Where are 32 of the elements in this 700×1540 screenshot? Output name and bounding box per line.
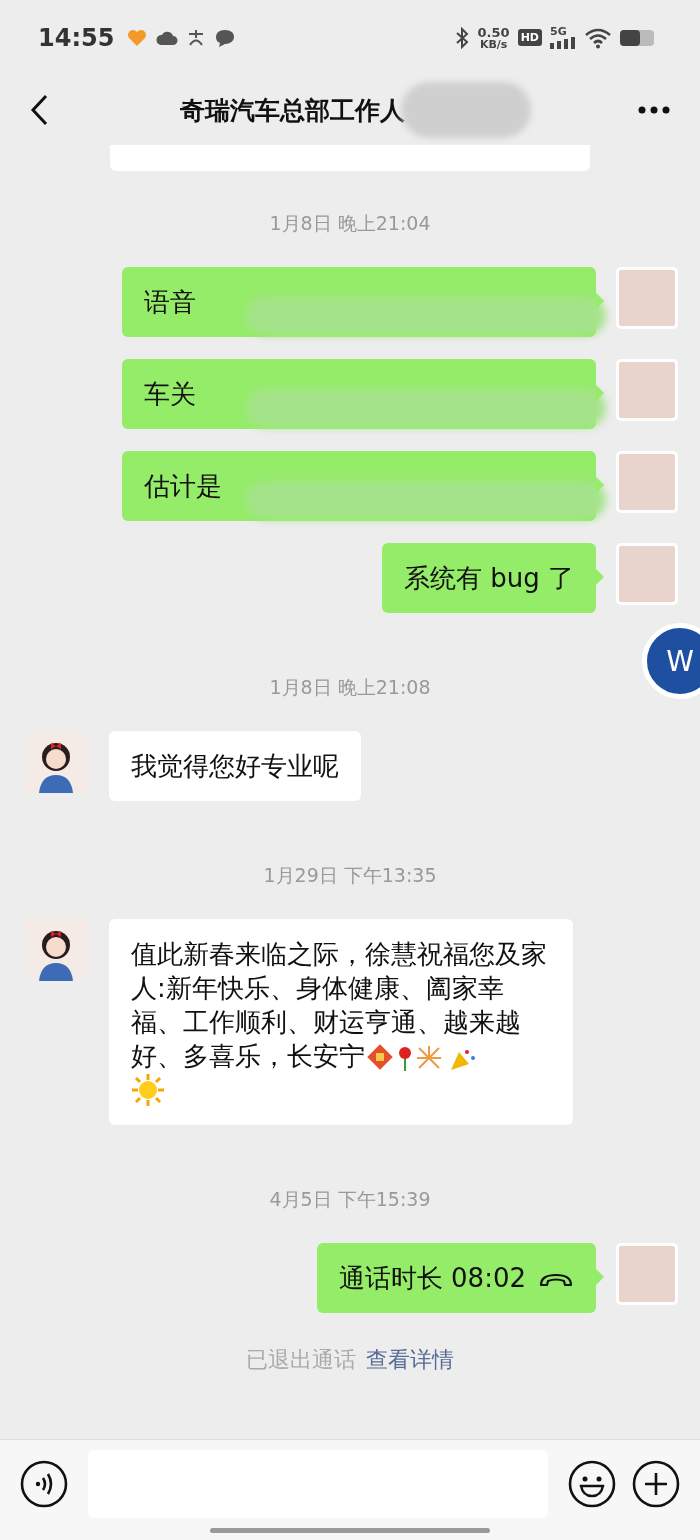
chat-title: 奇瑞汽车总部工作人: [180, 94, 405, 127]
timestamp: 1月8日 晚上21:08: [269, 675, 431, 700]
battery-icon: [620, 27, 656, 48]
message-text: 我觉得您好专业呢: [131, 751, 339, 781]
plus-icon[interactable]: [632, 1460, 680, 1508]
message-text: 通话时长 08:02: [338, 1263, 526, 1293]
heart-icon: [126, 27, 149, 48]
emoji-picker-icon[interactable]: [568, 1460, 616, 1508]
avatar-icon[interactable]: [25, 919, 87, 981]
message-text: 车关: [144, 378, 196, 411]
system-notice: 已退出通话: [246, 1346, 356, 1374]
avatar-icon[interactable]: [25, 731, 87, 793]
hd-badge: HD: [517, 29, 542, 46]
signal-icon: [550, 37, 576, 49]
voice-icon[interactable]: [20, 1460, 68, 1508]
view-details-link[interactable]: 查看详情: [366, 1345, 454, 1375]
floating-badge[interactable]: W: [642, 623, 700, 699]
timestamp: 4月5日 下午15:39: [269, 1187, 431, 1212]
wifi-icon: [584, 26, 612, 49]
timestamp: 1月8日 晚上21:04: [269, 211, 431, 236]
message-text: 估计是: [144, 470, 222, 503]
message-text: 语音: [144, 286, 196, 319]
network-speed: 0.50: [477, 25, 510, 39]
back-icon[interactable]: [30, 94, 50, 126]
network-type: 5G: [550, 26, 567, 37]
network-speed-unit: KB/s: [479, 38, 508, 50]
message-text: 值此新春来临之际，徐慧祝福您及家人:新年快乐、身体健康、阖家幸福、工作顺利、财运亨通、越来越好、多喜乐，长安宁: [131, 939, 547, 1071]
message-text: 系统有 bug 了: [404, 563, 574, 593]
more-icon[interactable]: [638, 106, 670, 114]
chat-bubble-icon: [214, 27, 237, 48]
timestamp: 1月29日 下午13:35: [263, 863, 437, 888]
status-time: 14:55: [38, 23, 115, 52]
